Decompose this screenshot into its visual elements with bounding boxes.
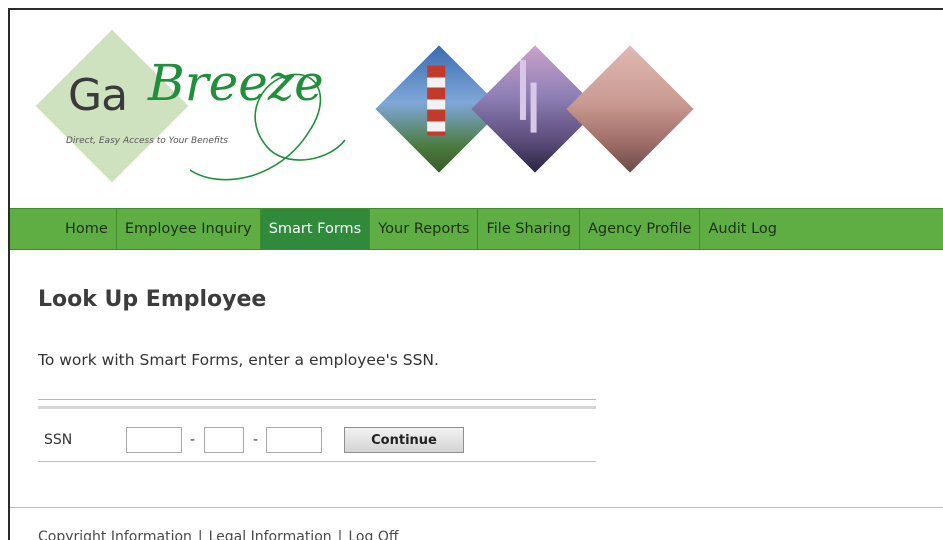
ssn-part2-input[interactable] [204, 427, 244, 453]
nav-your-reports[interactable]: Your Reports [369, 209, 477, 249]
footer-link-copyright[interactable]: Copyright Information [38, 529, 192, 540]
ssn-part1-input[interactable] [126, 427, 182, 453]
footer-separator: | [197, 529, 203, 540]
main-navigation: Home Employee Inquiry Smart Forms Your R… [10, 208, 943, 250]
nav-employee-inquiry[interactable]: Employee Inquiry [115, 209, 260, 249]
form-top-divider [38, 399, 596, 409]
ssn-dash-2: - [253, 432, 259, 448]
logo-tagline: Direct, Easy Access to Your Benefits [66, 136, 228, 146]
footer-separator: | [337, 529, 343, 540]
header: Ga Breeze Direct, Easy Access to Your Be… [10, 10, 943, 210]
nav-home[interactable]: Home [57, 209, 116, 249]
logo-breeze-text: Breeze [148, 54, 324, 112]
tower-icon [519, 59, 526, 120]
person-on-boat-photo [566, 45, 694, 173]
ssn-part3-input[interactable] [266, 427, 322, 453]
logo-ga-text: Ga [68, 70, 128, 121]
instructions-text: To work with Smart Forms, enter a employ… [38, 351, 439, 369]
browser-frame: Ga Breeze Direct, Easy Access to Your Be… [8, 8, 943, 540]
nav-audit-log[interactable]: Audit Log [699, 209, 785, 249]
lighthouse-icon [427, 65, 446, 136]
nav-agency-profile[interactable]: Agency Profile [578, 209, 699, 249]
nav-file-sharing[interactable]: File Sharing [477, 209, 579, 249]
footer-link-legal[interactable]: Legal Information [209, 529, 332, 540]
form-bottom-divider [38, 461, 596, 462]
footer: Copyright Information | Legal Information |… [38, 529, 398, 540]
footer-link-log-off[interactable]: Log Off [348, 529, 398, 540]
tower-icon [530, 82, 537, 133]
page-title: Look Up Employee [38, 287, 267, 312]
nav-smart-forms[interactable]: Smart Forms [259, 209, 370, 249]
ssn-label: SSN [44, 432, 73, 448]
ssn-dash-1: - [190, 432, 196, 448]
continue-button[interactable]: Continue [344, 427, 464, 453]
footer-divider [10, 507, 943, 508]
